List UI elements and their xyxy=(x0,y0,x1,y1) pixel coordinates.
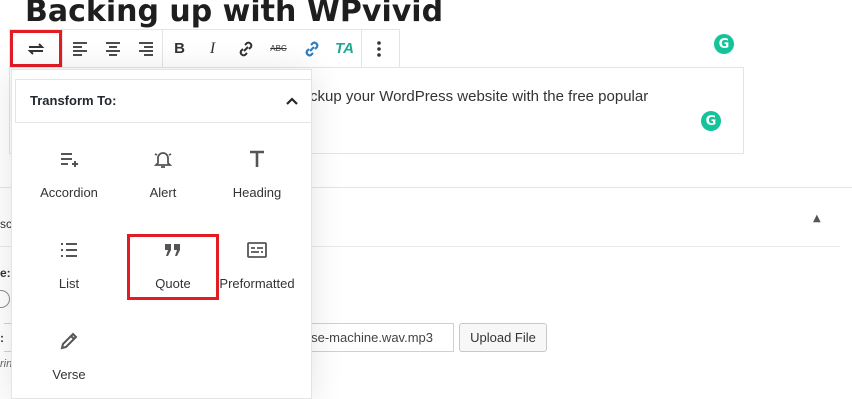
accordion-icon xyxy=(58,147,80,171)
transform-popover: Transform To: Accordion Alert Heading Li… xyxy=(11,69,312,399)
grammarly-letter: G xyxy=(718,36,730,52)
align-left-button[interactable] xyxy=(63,30,96,67)
toolbar-more-group xyxy=(362,30,395,67)
align-right-icon xyxy=(138,41,153,56)
list-icon xyxy=(58,238,80,262)
strikethrough-button[interactable]: ABC xyxy=(262,30,295,67)
quote-icon xyxy=(162,238,184,262)
transform-item-list[interactable]: List xyxy=(23,226,115,308)
alert-bell-icon xyxy=(152,147,174,171)
italic-label: I xyxy=(209,39,216,57)
collapse-caret-icon[interactable]: ▲ xyxy=(813,213,821,224)
heading-icon xyxy=(246,147,268,171)
link-icon xyxy=(239,41,252,56)
paragraph-text[interactable]: ckup your WordPress website with the fre… xyxy=(310,88,648,105)
italic-button[interactable]: I xyxy=(196,30,229,67)
ta-label: TA xyxy=(335,40,354,57)
more-options-button[interactable] xyxy=(362,30,395,67)
upload-file-button[interactable]: Upload File xyxy=(459,323,547,352)
toolbar-format-group: B I ABC TA xyxy=(163,30,362,67)
transform-block-button[interactable] xyxy=(10,30,62,67)
file-url-value: oise-machine.wav.mp3 xyxy=(301,330,433,345)
block-toolbar: B I ABC TA xyxy=(9,29,400,68)
transform-item-label: Alert xyxy=(149,185,177,200)
bold-button[interactable]: B xyxy=(163,30,196,67)
transform-item-label: List xyxy=(58,276,80,291)
transform-header[interactable]: Transform To: xyxy=(15,79,312,123)
file-url-input[interactable]: oise-machine.wav.mp3 xyxy=(296,323,454,352)
align-right-button[interactable] xyxy=(129,30,162,67)
transform-item-preformatted[interactable]: Preformatted xyxy=(211,226,303,308)
grammarly-icon[interactable]: G xyxy=(714,34,734,54)
chevron-up-icon[interactable] xyxy=(285,94,299,108)
transform-item-quote[interactable]: Quote xyxy=(127,234,219,300)
grammarly-paragraph-icon[interactable]: G xyxy=(701,111,721,131)
toolbar-align-group xyxy=(63,30,163,67)
transform-item-alert[interactable]: Alert xyxy=(117,135,209,217)
transform-item-label: Heading xyxy=(232,185,282,200)
align-center-icon xyxy=(105,41,120,56)
transform-item-accordion[interactable]: Accordion xyxy=(23,135,115,217)
transform-item-label: Preformatted xyxy=(219,276,295,291)
preformatted-icon xyxy=(246,238,268,262)
verse-pen-icon xyxy=(58,329,80,353)
grammarly-paragraph-letter: G xyxy=(705,113,717,129)
transform-item-heading[interactable]: Heading xyxy=(211,135,303,217)
transform-item-label: Verse xyxy=(52,367,86,382)
post-title[interactable]: Backing up with WPvivid xyxy=(25,0,443,32)
radio-button[interactable] xyxy=(0,290,10,308)
chain-link-icon xyxy=(305,41,318,56)
transform-item-label: Quote xyxy=(155,276,191,291)
more-vertical-icon xyxy=(376,40,381,57)
bold-label: B xyxy=(174,40,185,57)
transform-title: Transform To: xyxy=(30,93,117,108)
strikethrough-label: ABC xyxy=(270,44,287,53)
toolbar-transform-group xyxy=(10,30,63,67)
link-button[interactable] xyxy=(229,30,262,67)
field-label-fragment: e: xyxy=(0,266,11,280)
transform-item-label: Accordion xyxy=(40,185,98,200)
transform-item-verse[interactable]: Verse xyxy=(23,317,115,399)
inline-link-button[interactable] xyxy=(295,30,328,67)
align-left-icon xyxy=(72,41,87,56)
swap-arrows-icon xyxy=(27,42,45,55)
align-center-button[interactable] xyxy=(96,30,129,67)
ta-button[interactable]: TA xyxy=(328,30,361,67)
